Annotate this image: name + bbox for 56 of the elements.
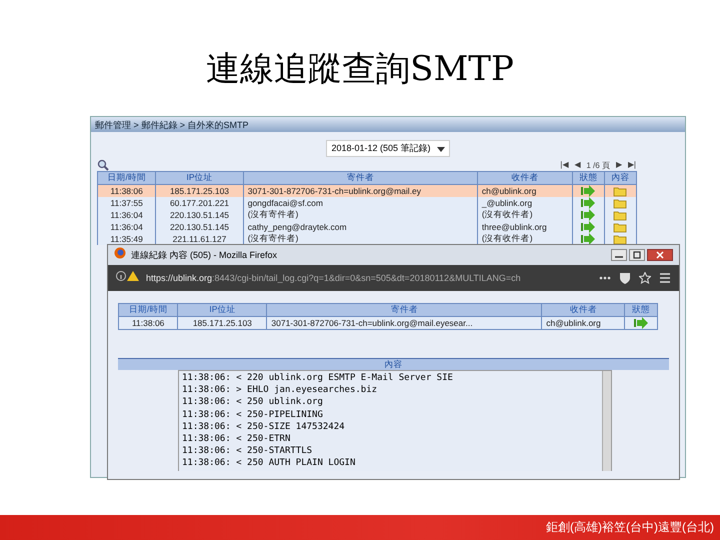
pager-control[interactable]: ◀ (574, 160, 580, 171)
caret-icon (436, 146, 445, 152)
table-cell: 185.171.25.103 (178, 316, 267, 330)
column-header[interactable]: 收件者 (542, 304, 625, 316)
log-line: 11:38:06: < 250-STARTTLS (182, 445, 314, 458)
footer-text: 鉅創(高雄)裕笠(台中)遠豐(台北) (546, 519, 714, 536)
column-header[interactable]: IP位址 (178, 304, 267, 316)
column-header[interactable]: 寄件者 (266, 304, 542, 316)
table-cell: ch@ublink.org (542, 316, 625, 330)
table-row[interactable]: 11:36:04 220.130.51.145 (沒有寄件者) (沒有收件者) (98, 209, 636, 221)
column-header[interactable]: 收件者 (477, 172, 572, 184)
log-line: 11:38:06: < 250 ublink.org (182, 396, 324, 409)
star-icon[interactable] (639, 272, 651, 284)
column-header[interactable]: 日期/時間 (118, 304, 178, 316)
arrow-icon[interactable] (581, 197, 596, 209)
table-cell: 11:38:06 (118, 316, 178, 330)
close-icon[interactable] (647, 249, 673, 261)
window-title: 連線紀錄 內容 (505) - Mozilla Firefox (131, 248, 278, 262)
log-line: 11:38:06: > EHLO jan.eyesearches.biz (182, 384, 378, 396)
browser-logo-icon (114, 247, 126, 259)
pager-control[interactable]: ▶ (616, 160, 622, 171)
arrow-icon[interactable] (581, 185, 596, 197)
maximize-icon[interactable] (629, 249, 645, 261)
arrow-icon[interactable] (581, 233, 596, 245)
date-select[interactable]: 2018-01-12 (505 筆記錄) (326, 140, 450, 157)
table-cell: 3071-301-872706-731-ch=ublink.org@mail.eyesear... (266, 316, 542, 330)
pager-control[interactable]: 1 /6 頁 (586, 160, 610, 171)
table-row[interactable]: 11:35:49 221.11.61.127 (沒有寄件者) (沒有收件者) (98, 233, 636, 245)
breadcrumb: 郵件管理 > 郵件紀錄 > 自外來的SMTP (91, 117, 685, 132)
column-header[interactable]: 狀態 (624, 304, 658, 316)
table-row[interactable]: 11:37:55 60.177.201.221 gongdfacai@sf.com _@ublink.org (98, 197, 636, 209)
scrollbar[interactable] (602, 371, 611, 470)
site-info-icon[interactable] (116, 270, 140, 282)
column-header[interactable]: 狀態 (572, 172, 604, 184)
column-header[interactable]: IP位址 (156, 172, 244, 184)
table-row[interactable]: 11:38:06 185.171.25.103 3071-301-872706-731-ch=ublink.org@mail.ey ch@ublink.org (98, 184, 636, 197)
slide-title: 連線追蹤查詢SMTP (206, 48, 514, 91)
log-line: 11:38:06: < 250-SIZE 147532424 (182, 420, 346, 433)
search-icon[interactable] (97, 159, 109, 171)
section-header: 內容 (118, 359, 669, 370)
arrow-icon[interactable] (581, 221, 596, 233)
arrow-icon[interactable] (581, 209, 596, 221)
pager-control[interactable]: |◀ (560, 160, 568, 171)
menu-icon[interactable] (659, 272, 671, 284)
log-line: 11:38:06: < 250-ETRN (182, 432, 292, 446)
column-header[interactable]: 內容 (604, 172, 636, 184)
column-header[interactable]: 日期/時間 (98, 172, 156, 184)
minimize-icon[interactable] (611, 249, 627, 261)
column-header[interactable]: 寄件者 (243, 172, 478, 184)
arrow-icon[interactable] (634, 317, 648, 329)
log-line: 11:38:06: < 250-PIPELINING (182, 408, 324, 421)
shield-icon[interactable] (619, 272, 631, 284)
log-line: 11:38:06: < 250 AUTH PLAIN LOGIN (182, 457, 356, 470)
log-line: 11:38:06: < 220 ublink.org ESMTP E-Mail Server SIE (182, 372, 454, 384)
table-row[interactable]: 11:36:04 220.130.51.145 cathy_peng@draytek.com three@ublink.org (98, 221, 636, 233)
pager-control[interactable]: ▶| (628, 160, 636, 171)
